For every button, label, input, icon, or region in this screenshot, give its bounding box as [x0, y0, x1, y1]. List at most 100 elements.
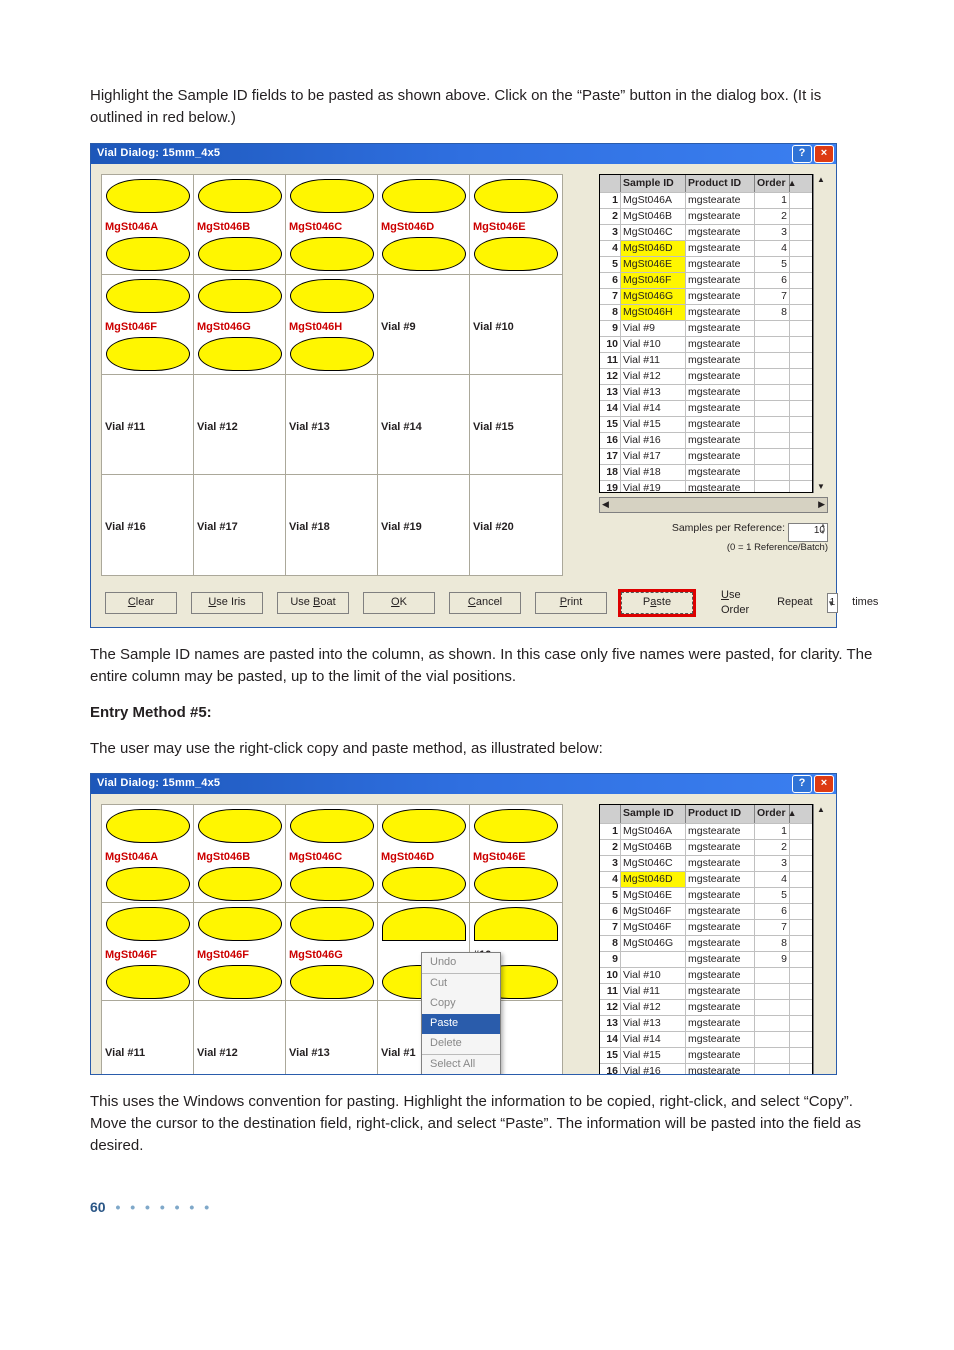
- table-row[interactable]: 13Vial #13mgstearate: [600, 384, 812, 400]
- print-button[interactable]: Print: [535, 592, 607, 614]
- table-row[interactable]: 1MgSt046Amgstearate1: [600, 192, 812, 208]
- vial-cell[interactable]: MgSt046E: [469, 174, 563, 276]
- table-row[interactable]: 19Vial #19mgstearate: [600, 480, 812, 492]
- table-row[interactable]: 15Vial #15mgstearate: [600, 416, 812, 432]
- vial-cell[interactable]: MgSt046B: [193, 174, 287, 276]
- vial-cell[interactable]: MgSt046C: [285, 804, 379, 906]
- table-row[interactable]: 15Vial #15mgstearate: [600, 1047, 812, 1063]
- table-row[interactable]: 16Vial #16mgstearate: [600, 1063, 812, 1076]
- cancel-button[interactable]: Cancel: [449, 592, 521, 614]
- scrollbar-horizontal[interactable]: ◀▶: [599, 497, 828, 513]
- table-row[interactable]: 12Vial #12mgstearate: [600, 368, 812, 384]
- vial-cell[interactable]: MgSt046F: [101, 274, 195, 376]
- clear-button[interactable]: Clear: [105, 592, 177, 614]
- context-menu-item-cut[interactable]: Cut: [422, 974, 500, 994]
- vial-cell[interactable]: Vial #13: [285, 374, 379, 476]
- vial-cell[interactable]: Vial #13: [285, 1000, 379, 1075]
- table-row[interactable]: 8MgSt046Gmgstearate8: [600, 935, 812, 951]
- vial-cell[interactable]: MgSt046H: [285, 274, 379, 376]
- vial-dialog-context: Vial Dialog: 15mm_4x5 ? × MgSt046AMgSt04…: [90, 773, 837, 1075]
- samples-per-ref-value[interactable]: 10: [788, 523, 828, 542]
- table-row[interactable]: 2MgSt046Bmgstearate2: [600, 839, 812, 855]
- close-icon[interactable]: ×: [814, 145, 834, 163]
- table-row[interactable]: 4MgSt046Dmgstearate4: [600, 871, 812, 887]
- vial-cell[interactable]: MgSt046E: [469, 804, 563, 906]
- table-row[interactable]: 12Vial #12mgstearate: [600, 999, 812, 1015]
- table-row[interactable]: 11Vial #11mgstearate: [600, 352, 812, 368]
- vial-cell[interactable]: MgSt046B: [193, 804, 287, 906]
- vial-cell[interactable]: MgSt046F: [193, 902, 287, 1004]
- context-menu-item-undo[interactable]: Undo: [422, 953, 500, 973]
- table-row[interactable]: 9mgstearate9: [600, 951, 812, 967]
- table-row[interactable]: 2MgSt046Bmgstearate2: [600, 208, 812, 224]
- scrollbar-vertical[interactable]: ▲▼: [813, 804, 828, 1075]
- table-row[interactable]: 7MgSt046Gmgstearate7: [600, 288, 812, 304]
- context-menu[interactable]: UndoCutCopyPasteDeleteSelect All: [421, 952, 501, 1075]
- vial-cell[interactable]: Vial #14: [377, 374, 471, 476]
- vial-cell[interactable]: Vial #9: [377, 274, 471, 376]
- sort-up-icon[interactable]: ▲: [788, 808, 797, 818]
- vial-cell[interactable]: MgSt046D: [377, 804, 471, 906]
- table-row[interactable]: 5MgSt046Emgstearate5: [600, 256, 812, 272]
- table-row[interactable]: 6MgSt046Fmgstearate6: [600, 272, 812, 288]
- vial-cell[interactable]: Vial #12: [193, 1000, 287, 1075]
- table-row[interactable]: 10Vial #10mgstearate: [600, 336, 812, 352]
- use-iris-button[interactable]: Use Iris: [191, 592, 263, 614]
- vial-label: Vial #15: [473, 420, 514, 436]
- table-row[interactable]: 17Vial #17mgstearate: [600, 448, 812, 464]
- paste-button[interactable]: Paste: [621, 592, 693, 614]
- table-row[interactable]: 18Vial #18mgstearate: [600, 464, 812, 480]
- vial-cell[interactable]: Vial #20: [469, 474, 563, 576]
- table-row[interactable]: 13Vial #13mgstearate: [600, 1015, 812, 1031]
- table-row[interactable]: 7MgSt046Fmgstearate7: [600, 919, 812, 935]
- vial-label: Vial #13: [289, 1046, 330, 1062]
- vial-cell[interactable]: MgSt046G: [285, 902, 379, 1004]
- context-menu-item-copy[interactable]: Copy: [422, 994, 500, 1014]
- context-menu-item-paste[interactable]: Paste: [422, 1014, 500, 1034]
- sample-table[interactable]: Sample ID Product ID Order▲ 1MgSt046Amgs…: [599, 804, 813, 1075]
- vial-cell[interactable]: MgSt046A: [101, 174, 195, 276]
- vial-label: Vial #9: [381, 320, 416, 336]
- table-row[interactable]: 6MgSt046Fmgstearate6: [600, 903, 812, 919]
- table-row[interactable]: 4MgSt046Dmgstearate4: [600, 240, 812, 256]
- help-icon[interactable]: ?: [792, 775, 812, 793]
- table-row[interactable]: 16Vial #16mgstearate: [600, 432, 812, 448]
- table-row[interactable]: 14Vial #14mgstearate: [600, 400, 812, 416]
- table-row[interactable]: 9Vial #9mgstearate: [600, 320, 812, 336]
- table-row[interactable]: 1MgSt046Amgstearate1: [600, 823, 812, 839]
- table-row[interactable]: 11Vial #11mgstearate: [600, 983, 812, 999]
- sort-up-icon[interactable]: ▲: [788, 178, 797, 188]
- context-menu-item-select-all[interactable]: Select All: [422, 1055, 500, 1075]
- vial-cell[interactable]: Vial #15: [469, 374, 563, 476]
- table-row[interactable]: 3MgSt046Cmgstearate3: [600, 855, 812, 871]
- vial-cell[interactable]: MgSt046F: [101, 902, 195, 1004]
- vial-cell[interactable]: MgSt046A: [101, 804, 195, 906]
- scrollbar-vertical[interactable]: ▲▼: [813, 174, 828, 493]
- close-icon[interactable]: ×: [814, 775, 834, 793]
- help-icon[interactable]: ?: [792, 145, 812, 163]
- vial-cell[interactable]: Vial #16: [101, 474, 195, 576]
- table-row[interactable]: 10Vial #10mgstearate: [600, 967, 812, 983]
- vial-cell[interactable]: MgSt046D: [377, 174, 471, 276]
- vial-cell[interactable]: MgSt046C: [285, 174, 379, 276]
- table-row[interactable]: 8MgSt046Hmgstearate8: [600, 304, 812, 320]
- table-row[interactable]: 5MgSt046Emgstearate5: [600, 887, 812, 903]
- vial-cell[interactable]: Vial #11: [101, 374, 195, 476]
- sample-table[interactable]: Sample ID Product ID Order▲ 1MgSt046Amgs…: [599, 174, 813, 493]
- table-row[interactable]: 14Vial #14mgstearate: [600, 1031, 812, 1047]
- vial-label: Vial #12: [197, 420, 238, 436]
- vial-cell[interactable]: Vial #11: [101, 1000, 195, 1075]
- table-row[interactable]: 3MgSt046Cmgstearate3: [600, 224, 812, 240]
- vial-label: MgSt046A: [105, 850, 158, 866]
- vial-cell[interactable]: Vial #10: [469, 274, 563, 376]
- vial-label: Vial #17: [197, 520, 238, 536]
- use-boat-button[interactable]: Use Boat: [277, 592, 349, 614]
- vial-cell[interactable]: Vial #17: [193, 474, 287, 576]
- vial-cell[interactable]: Vial #18: [285, 474, 379, 576]
- vial-cell[interactable]: Vial #19: [377, 474, 471, 576]
- repeat-combo[interactable]: 1: [827, 593, 839, 613]
- ok-button[interactable]: OK: [363, 592, 435, 614]
- context-menu-item-delete[interactable]: Delete: [422, 1034, 500, 1054]
- vial-cell[interactable]: MgSt046G: [193, 274, 287, 376]
- vial-cell[interactable]: Vial #12: [193, 374, 287, 476]
